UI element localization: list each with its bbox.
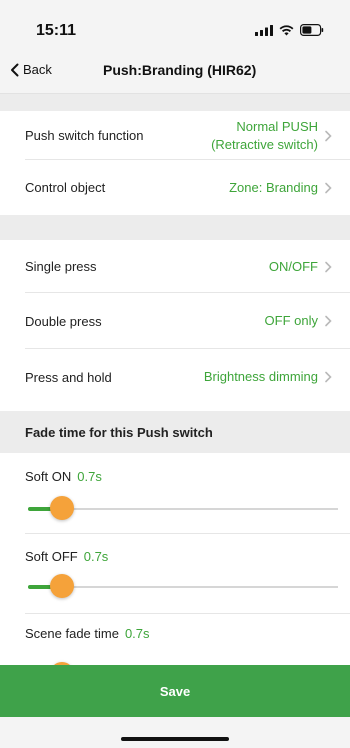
push-switch-function-value-line1: Normal PUSH xyxy=(236,118,318,134)
single-press-label: Single press xyxy=(25,259,97,274)
soft-off-value: 0.7s xyxy=(83,549,109,564)
back-button[interactable]: Back xyxy=(10,62,52,77)
push-switch-function-value-text: Normal PUSH (Retractive switch) xyxy=(211,118,318,154)
single-press-value-text: ON/OFF xyxy=(268,258,318,274)
chevron-right-icon xyxy=(325,315,332,327)
chevron-right-icon xyxy=(325,130,332,141)
chevron-right-icon xyxy=(325,261,332,272)
control-object-label: Control object xyxy=(25,180,106,195)
push-switch-function-value-line2: (Retractive switch) xyxy=(211,136,318,152)
chevron-right-icon xyxy=(325,371,332,383)
soft-off-label: Soft OFF xyxy=(25,549,78,564)
soft-on-slider-thumb[interactable] xyxy=(50,496,74,520)
soft-on-slider-block: Soft ON 0.7s xyxy=(0,453,350,534)
back-chevron-icon xyxy=(11,63,19,76)
control-object-value-text: Zone: Branding xyxy=(229,179,318,195)
press-and-hold-value: Brightness dimming xyxy=(204,368,333,386)
home-area xyxy=(0,717,350,748)
double-press-value-text: OFF only xyxy=(264,313,318,328)
navigation-bar: Back Push:Branding (HIR62) xyxy=(0,48,350,94)
chevron-right-icon xyxy=(325,182,332,193)
status-bar: 15:11 xyxy=(0,0,350,48)
save-label: Save xyxy=(159,683,191,699)
home-indicator xyxy=(121,737,229,741)
soft-on-label-group: Soft ON 0.7s xyxy=(25,469,102,484)
press-and-hold-value-text: Brightness dimming xyxy=(203,369,318,384)
scene-fade-slider-block: Scene fade time 0.7s xyxy=(0,614,350,665)
control-object-value: Zone: Branding xyxy=(229,179,333,197)
press-and-hold-label: Press and hold xyxy=(25,369,112,385)
scene-fade-label-group: Scene fade time 0.7s xyxy=(25,626,150,641)
soft-off-slider[interactable] xyxy=(28,574,338,598)
push-switch-function-value: Normal PUSH (Retractive switch) xyxy=(211,118,333,154)
push-switch-function-label: Push switch function xyxy=(25,128,144,143)
status-time: 15:11 xyxy=(36,22,77,39)
section-gap xyxy=(0,215,350,240)
soft-on-label: Soft ON xyxy=(25,469,72,484)
soft-off-slider-thumb[interactable] xyxy=(50,574,74,598)
scene-fade-label: Scene fade time xyxy=(25,626,119,641)
back-label: Back xyxy=(23,62,52,77)
press-and-hold-row[interactable]: Press and hold Brightness dimming xyxy=(0,349,350,405)
control-object-row[interactable]: Control object Zone: Branding xyxy=(0,160,350,215)
signal-icon xyxy=(255,24,273,36)
single-press-value: ON/OFF xyxy=(269,258,333,276)
battery-icon xyxy=(300,24,324,36)
status-icons xyxy=(255,24,324,36)
double-press-label: Double press xyxy=(25,313,102,329)
wifi-icon xyxy=(279,24,294,35)
fade-section-header: Fade time for this Push switch xyxy=(0,411,350,453)
soft-off-label-group: Soft OFF 0.7s xyxy=(25,549,108,564)
single-press-row[interactable]: Single press ON/OFF xyxy=(0,240,350,293)
double-press-row[interactable]: Double press OFF only xyxy=(0,293,350,349)
double-press-value: OFF only xyxy=(265,312,333,330)
page-title: Push:Branding (HIR62) xyxy=(103,62,257,78)
soft-on-value: 0.7s xyxy=(77,469,102,484)
save-button[interactable]: Save xyxy=(0,665,350,717)
push-switch-function-row[interactable]: Push switch function Normal PUSH (Retrac… xyxy=(0,111,350,160)
soft-off-slider-block: Soft OFF 0.7s xyxy=(0,534,350,614)
section-gap xyxy=(0,94,350,111)
scene-fade-value: 0.7s xyxy=(124,626,150,641)
soft-on-slider[interactable] xyxy=(28,496,338,520)
